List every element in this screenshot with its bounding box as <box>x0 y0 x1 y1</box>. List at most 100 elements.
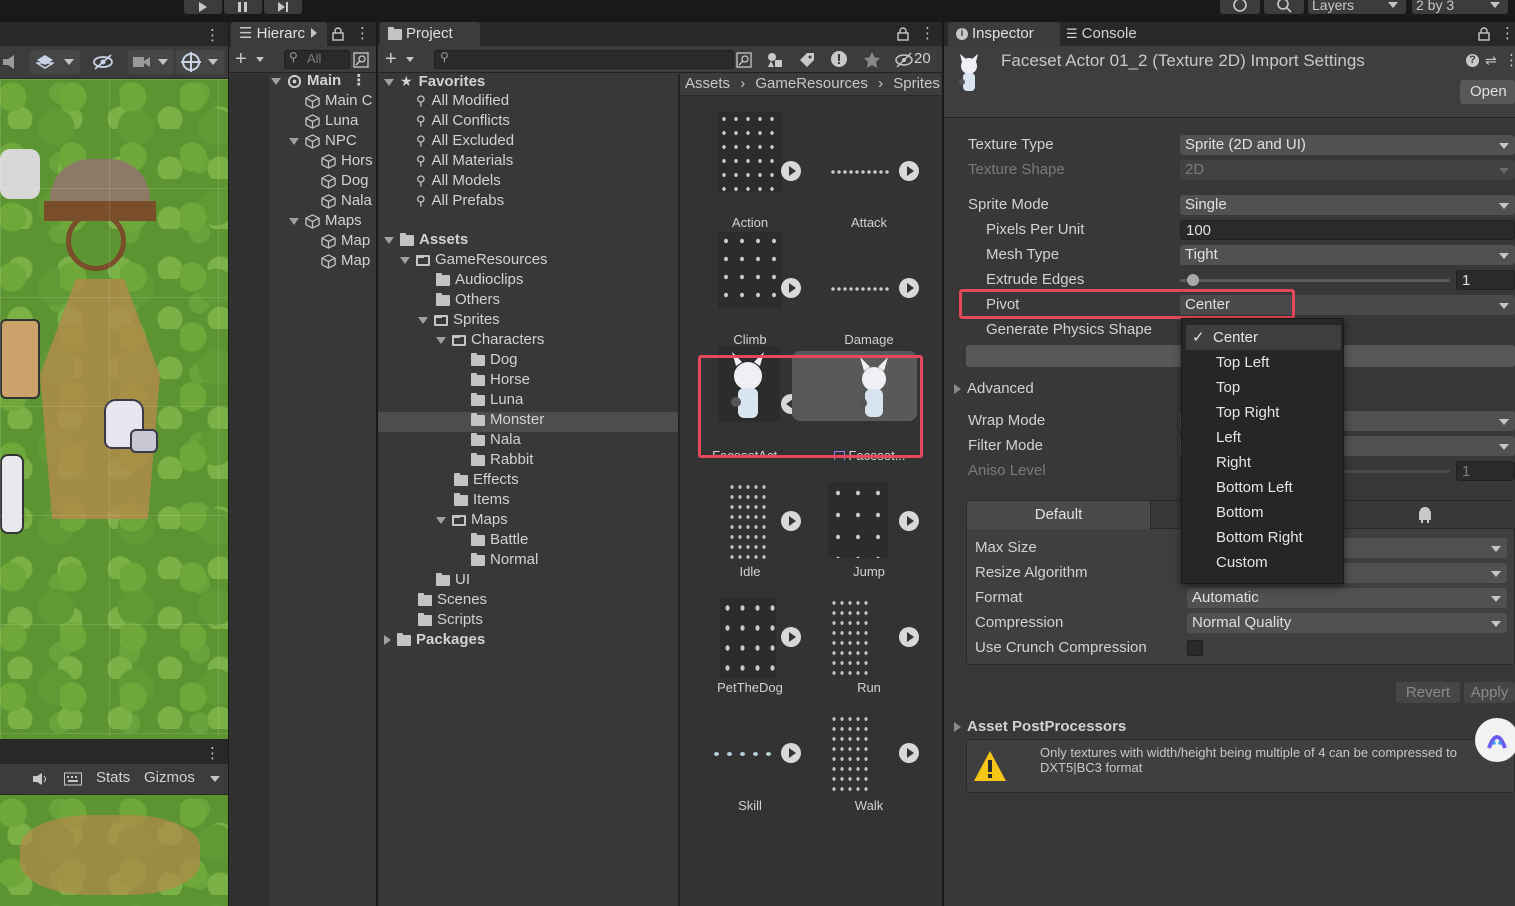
tree-item-all-models[interactable]: ⚲ All Models <box>416 171 501 191</box>
expand-sprite-button[interactable] <box>781 627 801 647</box>
tree-item-all-materials[interactable]: ⚲ All Materials <box>416 151 513 171</box>
pivot-option-center[interactable]: ✓ Center <box>1186 325 1341 350</box>
presets-icon[interactable]: ⇌ <box>1485 52 1497 69</box>
hierarchy-item-horse[interactable]: Hors <box>321 151 373 171</box>
search-filter-icon[interactable] <box>736 52 752 68</box>
texture-type-dropdown[interactable]: Sprite (2D and UI) <box>1180 135 1515 155</box>
tree-item-ui[interactable]: UI <box>436 570 470 590</box>
search-filter-icon[interactable] <box>353 52 369 68</box>
gizmos-button[interactable]: Gizmos <box>144 769 195 786</box>
asset-thumbnail-damage[interactable] <box>830 286 890 292</box>
extrude-input[interactable]: 1 <box>1456 270 1515 290</box>
add-icon[interactable]: + <box>385 48 397 71</box>
format-dropdown[interactable]: Automatic <box>1187 588 1507 608</box>
apply-button[interactable]: Apply <box>1464 682 1515 703</box>
tab-default-platform[interactable]: Default <box>967 501 1151 529</box>
extrude-slider-thumb[interactable] <box>1187 274 1199 286</box>
history-button[interactable] <box>1220 0 1260 14</box>
tree-item-favorites[interactable]: ★ Favorites <box>384 71 485 91</box>
expand-arrow-icon[interactable] <box>436 336 446 344</box>
game-view[interactable] <box>0 795 228 906</box>
breadcrumb-gameresources[interactable]: GameResources <box>755 75 868 92</box>
tree-item-all-conflicts[interactable]: ⚲ All Conflicts <box>416 111 510 131</box>
breadcrumb-sprites[interactable]: Sprites <box>893 75 940 92</box>
hierarchy-search[interactable]: ⚲ All <box>284 50 350 69</box>
pause-button[interactable] <box>224 0 262 14</box>
stats-button[interactable]: Stats <box>96 769 130 786</box>
asset-thumbnail-attack[interactable] <box>830 169 890 175</box>
chevron-down-icon[interactable] <box>256 57 264 62</box>
tree-item-all-modified[interactable]: ⚲ All Modified <box>416 91 509 111</box>
star-icon[interactable] <box>863 51 881 69</box>
pivot-option-bottom-left[interactable]: Bottom Left <box>1182 475 1345 500</box>
assistant-fab[interactable] <box>1475 718 1515 762</box>
tree-item-normal[interactable]: Normal <box>471 550 538 570</box>
camera-toggle[interactable] <box>128 50 174 74</box>
more-options-icon[interactable]: ⋮ <box>351 72 366 89</box>
mute-audio-icon[interactable] <box>32 772 48 786</box>
tree-item-gameresources[interactable]: GameResources <box>400 250 548 270</box>
tree-item-packages[interactable]: Packages <box>384 630 485 650</box>
tree-item-assets[interactable]: Assets <box>384 230 468 250</box>
crunch-compression-checkbox[interactable] <box>1187 640 1203 656</box>
tree-item-scenes[interactable]: Scenes <box>418 590 487 610</box>
more-options-icon[interactable]: ⋮ <box>920 24 935 42</box>
hierarchy-item-map-1[interactable]: Map <box>321 231 370 251</box>
pivot-option-bottom[interactable]: Bottom <box>1182 500 1345 525</box>
more-options-icon[interactable]: ⋮ <box>1500 24 1515 42</box>
open-button[interactable]: Open <box>1460 80 1515 104</box>
tab-project[interactable]: Project <box>380 22 480 46</box>
chevron-down-icon[interactable] <box>210 776 220 782</box>
tree-item-scripts[interactable]: Scripts <box>418 610 483 630</box>
collapse-arrow-icon[interactable] <box>384 635 391 646</box>
type-filter-icon[interactable] <box>766 51 784 69</box>
pivot-option-right[interactable]: Right <box>1182 450 1345 475</box>
expand-sprite-button[interactable] <box>899 627 919 647</box>
asset-thumbnail-walk[interactable] <box>830 714 870 794</box>
tree-item-audioclips[interactable]: Audioclips <box>436 270 523 290</box>
expand-arrow-icon[interactable] <box>384 236 394 244</box>
hierarchy-item-main[interactable]: Main ⋮ <box>271 71 366 91</box>
pivot-option-top[interactable]: Top <box>1182 375 1345 400</box>
expand-sprite-button[interactable] <box>899 511 919 531</box>
tree-item-nala[interactable]: Nala <box>471 430 521 450</box>
more-options-icon[interactable]: ⋮ <box>205 744 220 762</box>
breadcrumb-assets[interactable]: Assets <box>685 75 730 92</box>
expand-sprite-button[interactable] <box>781 161 801 181</box>
pivot-option-top-left[interactable]: Top Left <box>1182 350 1345 375</box>
expand-sprite-button[interactable] <box>781 743 801 763</box>
tree-item-all-excluded[interactable]: ⚲ All Excluded <box>416 131 514 151</box>
gizmo-toggle[interactable] <box>176 50 224 74</box>
lock-icon[interactable] <box>1478 27 1490 41</box>
hierarchy-item-map-2[interactable]: Map <box>321 251 370 271</box>
expand-sprite-button[interactable] <box>899 743 919 763</box>
project-search[interactable]: ⚲ <box>434 50 734 69</box>
hierarchy-item-maps[interactable]: Maps <box>289 211 362 231</box>
tree-item-all-prefabs[interactable]: ⚲ All Prefabs <box>416 191 504 211</box>
expand-sprite-button[interactable] <box>781 511 801 531</box>
hierarchy-item-dog[interactable]: Dog <box>321 171 369 191</box>
tab-inspector[interactable]: i Inspector <box>948 22 1060 46</box>
asset-thumbnail-climb[interactable] <box>718 232 782 308</box>
tree-item-sprites[interactable]: Sprites <box>418 310 500 330</box>
expand-arrow-icon[interactable] <box>400 256 410 264</box>
pivot-option-top-right[interactable]: Top Right <box>1182 400 1345 425</box>
lock-icon[interactable] <box>332 27 344 41</box>
advanced-foldout[interactable]: Advanced <box>954 379 1034 399</box>
tree-item-items[interactable]: Items <box>454 490 510 510</box>
expand-arrow-icon[interactable] <box>384 78 394 86</box>
layout-dropdown[interactable]: 2 by 3 <box>1412 0 1508 14</box>
hidden-packages-icon[interactable] <box>894 52 914 68</box>
compression-dropdown[interactable]: Normal Quality <box>1187 613 1507 633</box>
help-icon[interactable]: ? <box>1466 54 1479 67</box>
tree-item-maps[interactable]: Maps <box>436 510 508 530</box>
hierarchy-item-nala[interactable]: Nala <box>321 191 372 211</box>
hierarchy-item-npc[interactable]: NPC <box>289 131 357 151</box>
pivot-option-bottom-right[interactable]: Bottom Right <box>1182 525 1345 550</box>
step-button[interactable] <box>264 0 302 14</box>
tree-item-others[interactable]: Others <box>436 290 500 310</box>
sprite-mode-dropdown[interactable]: Single <box>1180 195 1515 215</box>
expand-arrow-icon[interactable] <box>418 316 428 324</box>
search-button[interactable] <box>1264 0 1304 14</box>
more-options-icon[interactable]: ⋮ <box>205 26 220 44</box>
